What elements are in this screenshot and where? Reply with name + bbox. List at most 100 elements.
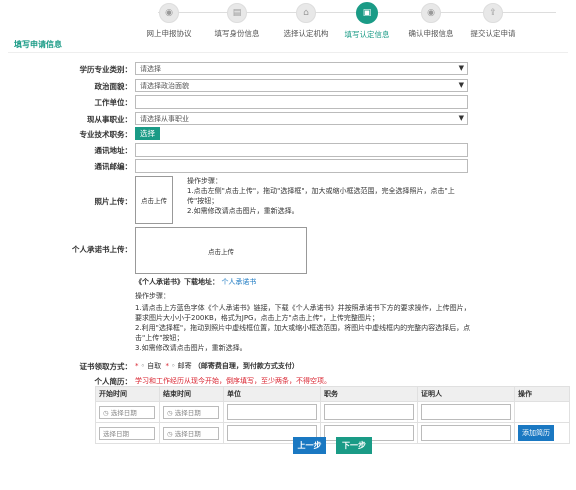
col-action: 操作 <box>514 386 570 402</box>
reference-input[interactable] <box>421 404 511 420</box>
cell <box>223 401 321 423</box>
work-unit-input[interactable] <box>135 95 468 109</box>
photo-instructions: 操作步骤： 1.点击左侧"点击上传"，拖动"选择框"，加大或缩小框选范围，完全选… <box>187 176 467 216</box>
start-date-input[interactable]: ◷ 选择日期 <box>99 405 155 419</box>
political-select[interactable]: 请选择政治面貌 ▼ <box>135 79 468 92</box>
pledge-step-2: 2.利用"选择框"，拖动到照片中虚线框位置，加大或缩小框选范围，将图片中虚线框内… <box>135 324 471 342</box>
row-address: 通讯地址： <box>0 143 576 157</box>
clock-icon: ◷ <box>167 408 173 417</box>
date-placeholder: 选择日期 <box>174 429 201 438</box>
caret-down-icon: ▼ <box>458 64 464 72</box>
pledge-download-label: 《个人承诺书》下载地址： <box>135 278 219 286</box>
row-work-unit: 工作单位： <box>0 95 576 109</box>
current-job-select[interactable]: 请选择从事职业 ▼ <box>135 112 468 125</box>
postcode-input[interactable] <box>135 159 468 173</box>
required-mark: * <box>165 362 170 370</box>
reference-input[interactable] <box>421 425 511 441</box>
pledge-download-link[interactable]: 个人承诺书 <box>221 278 256 286</box>
cell <box>514 401 570 423</box>
position-input[interactable] <box>324 404 414 420</box>
cell: 添加简历 <box>514 422 570 444</box>
step-label: 网上申报协议 <box>146 29 192 38</box>
radio-self-pickup[interactable]: ◦ 自取 <box>141 362 161 370</box>
pledge-step-3: 3.如需修改请点击图片，重新选择。 <box>135 344 247 352</box>
row-postcode: 通讯邮编： <box>0 159 576 173</box>
pledge-download: 《个人承诺书》下载地址： 个人承诺书 <box>135 277 256 287</box>
col-start: 开始时间 <box>95 386 160 402</box>
step-certification-info: ▣ 填写认定信息 <box>330 2 404 40</box>
photo-step-2: 2.如需修改请点击图片，重新选择。 <box>187 207 299 215</box>
resume-hint: 学习和工作经历从现今开始，倒序填写，至少两条，不得空项。 <box>135 377 331 385</box>
select-value: 请选择 <box>140 65 161 73</box>
cert-method-label: 证书领取方式： <box>79 362 133 371</box>
building-icon: ⌂ <box>296 3 316 23</box>
cell <box>417 401 515 423</box>
required-mark: * <box>135 362 139 370</box>
cert-options: * ◦ 自取 * ◦ 邮寄 （邮寄费自理，到付款方式支付） <box>135 361 299 371</box>
cell: 选择日期 <box>95 422 160 444</box>
section-title: 填写申请信息 <box>14 40 62 49</box>
pledge-steps-title: 操作步骤： <box>135 292 170 300</box>
clock-icon: ◷ <box>167 429 173 438</box>
current-job-label: 现从事职业： <box>87 115 132 124</box>
photo-upload-text: 点击上传 <box>141 197 167 205</box>
photo-steps-title: 操作步骤： <box>187 177 222 185</box>
photo-label: 照片上传： <box>94 197 133 206</box>
date-placeholder: 选择日期 <box>174 408 201 417</box>
caret-down-icon: ▼ <box>458 114 464 122</box>
caret-down-icon: ▼ <box>458 81 464 89</box>
date-placeholder: 选择日期 <box>110 408 137 417</box>
select-value: 请选择从事职业 <box>140 115 189 123</box>
cell <box>320 401 418 423</box>
step-identity: ▤ 填写身份信息 <box>200 3 274 39</box>
step-label: 填写身份信息 <box>214 29 260 38</box>
pledge-upload-text: 点击上传 <box>208 247 234 256</box>
end-date-input[interactable]: ◷ 选择日期 <box>163 426 219 440</box>
edu-category-label: 学历专业类别： <box>79 65 133 74</box>
cell: ◷ 选择日期 <box>159 401 224 423</box>
step-label: 提交认定申请 <box>470 29 516 38</box>
row-current-job: 现从事职业： 请选择从事职业 ▼ <box>0 112 576 126</box>
address-label: 通讯地址： <box>94 146 133 155</box>
pledge-step-1: 1.请点击上方蓝色字体《个人承诺书》链接，下载《个人承诺书》并按照承诺书下方的要… <box>135 304 471 322</box>
prev-step-button[interactable]: 上一步 <box>293 437 326 454</box>
col-unit: 单位 <box>223 386 321 402</box>
end-date-input[interactable]: ◷ 选择日期 <box>163 405 219 419</box>
submit-icon: ⇪ <box>483 3 503 23</box>
edu-category-select[interactable]: 请选择 ▼ <box>135 62 468 75</box>
row-cert-method: 证书领取方式： * ◦ 自取 * ◦ 邮寄 （邮寄费自理，到付款方式支付） <box>0 359 576 373</box>
row-political: 政治面貌： 请选择政治面貌 ▼ <box>0 79 576 93</box>
start-date-input[interactable]: 选择日期 <box>99 426 155 440</box>
eye-icon: ◉ <box>159 3 179 23</box>
photo-upload-box[interactable]: 点击上传 <box>135 176 173 224</box>
row-edu-category: 学历专业类别： 请选择 ▼ <box>0 62 576 76</box>
cert-note: （邮寄费自理，到付款方式支付） <box>193 362 299 370</box>
table-row: ◷ 选择日期 ◷ 选择日期 <box>95 401 570 423</box>
cell <box>417 422 515 444</box>
radio-mail[interactable]: ◦ 邮寄 <box>171 362 191 370</box>
pledge-instructions: 操作步骤： 1.请点击上方蓝色字体《个人承诺书》链接，下载《个人承诺书》并按照承… <box>135 291 473 353</box>
address-input[interactable] <box>135 143 468 157</box>
clock-icon: ◷ <box>103 408 109 417</box>
postcode-label: 通讯邮编： <box>94 162 133 171</box>
step-label: 填写认定信息 <box>344 30 390 39</box>
cell: ◷ 选择日期 <box>159 422 224 444</box>
tech-title-select-button[interactable]: 选择 <box>135 127 160 140</box>
unit-input[interactable] <box>227 404 317 420</box>
divider <box>8 52 568 53</box>
col-reference: 证明人 <box>417 386 515 402</box>
row-tech-title: 专业技术职务： 选择 <box>0 127 576 141</box>
pledge-upload-box[interactable]: 点击上传 <box>135 227 307 274</box>
cell: ◷ 选择日期 <box>95 401 160 423</box>
next-step-button[interactable]: 下一步 <box>336 437 372 454</box>
political-label: 政治面貌： <box>94 82 133 91</box>
date-placeholder: 选择日期 <box>103 429 129 438</box>
select-value: 请选择政治面貌 <box>140 82 189 90</box>
col-end: 结束时间 <box>159 386 224 402</box>
radio-label: 自取 <box>147 362 162 370</box>
step-submit: ⇪ 提交认定申请 <box>456 3 530 39</box>
eye-icon: ◉ <box>421 3 441 23</box>
step-agreement: ◉ 网上申报协议 <box>132 3 206 39</box>
add-resume-button[interactable]: 添加简历 <box>518 425 554 441</box>
photo-step-1: 1.点击左侧"点击上传"，拖动"选择框"，加大或缩小框选范围，完全选择照片，点击… <box>187 187 455 205</box>
